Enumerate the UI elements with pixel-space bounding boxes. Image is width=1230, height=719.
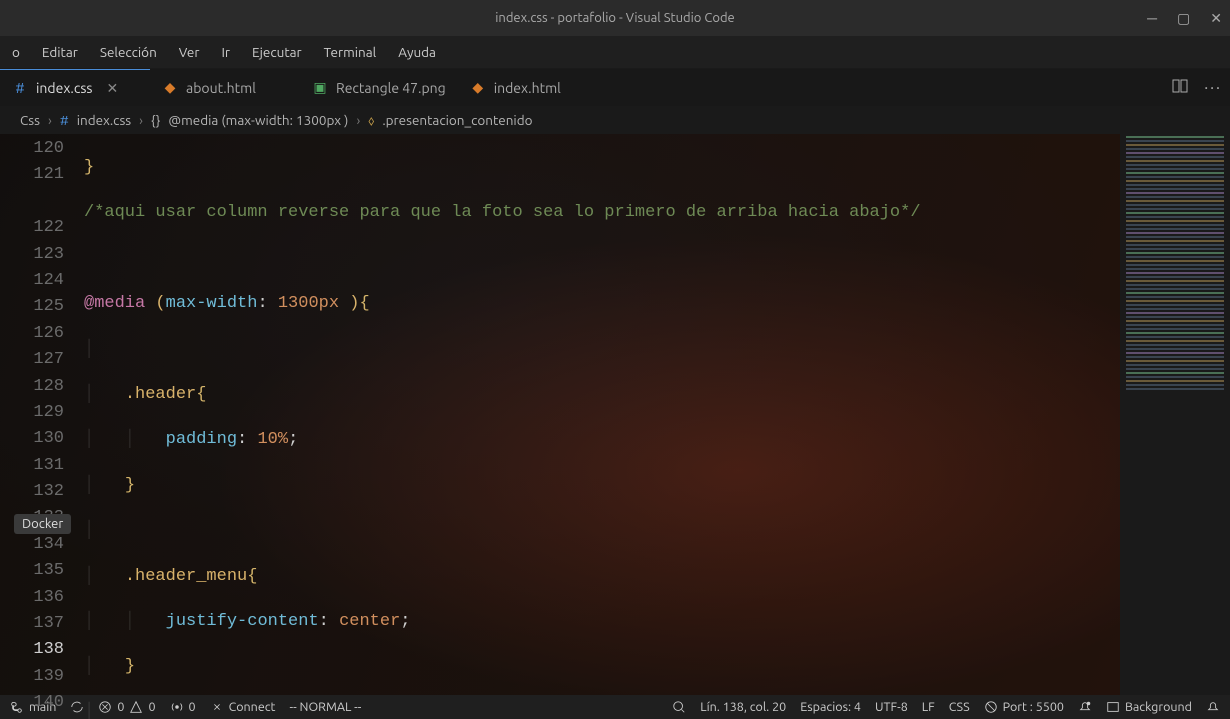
menu-item-ver[interactable]: Ver bbox=[171, 40, 208, 64]
tab-label: Rectangle 47.png bbox=[336, 80, 446, 96]
menu-item-terminal[interactable]: Terminal bbox=[316, 40, 385, 64]
docker-tooltip: Docker bbox=[14, 514, 71, 534]
braces-icon: {} bbox=[151, 112, 160, 128]
menu-item-ayuda[interactable]: Ayuda bbox=[390, 40, 444, 64]
minimap[interactable] bbox=[1120, 134, 1230, 695]
sync-indicator[interactable] bbox=[70, 700, 84, 714]
chevron-right-icon: › bbox=[139, 112, 143, 128]
chevron-right-icon: › bbox=[48, 112, 52, 128]
code-editor[interactable]: Docker 120 121 122 123 124 125 126 127 1… bbox=[0, 134, 1230, 695]
tab-index-css[interactable]: # index.css ✕ bbox=[0, 69, 150, 106]
line-numbers-gutter: 120 121 122 123 124 125 126 127 128 129 … bbox=[0, 134, 84, 695]
minimize-button[interactable]: ─ bbox=[1147, 10, 1157, 27]
css-file-icon: # bbox=[60, 112, 69, 128]
close-tab-icon[interactable]: ✕ bbox=[106, 80, 118, 97]
menu-item-ir[interactable]: Ir bbox=[213, 40, 238, 64]
tab-about-html[interactable]: ◆ about.html bbox=[150, 69, 300, 106]
maximize-button[interactable]: ▢ bbox=[1177, 10, 1190, 27]
code-comment: /*aqui usar column reverse para que la f… bbox=[84, 203, 921, 222]
breadcrumb-folder[interactable]: Css bbox=[20, 112, 40, 128]
tab-index-html[interactable]: ◆ index.html bbox=[458, 69, 608, 106]
css-file-icon: # bbox=[12, 80, 28, 96]
tab-label: index.html bbox=[494, 80, 561, 96]
html-file-icon: ◆ bbox=[162, 80, 178, 96]
more-actions-icon[interactable]: ··· bbox=[1204, 79, 1222, 97]
window-controls: ─ ▢ ✕ bbox=[1147, 10, 1222, 27]
menu-item-seleccion[interactable]: Selección bbox=[92, 40, 165, 64]
breadcrumb-selector[interactable]: .presentacion_contenido bbox=[382, 112, 532, 128]
editor-tabs: # index.css ✕ ◆ about.html ▣ Rectangle 4… bbox=[0, 68, 1230, 106]
window-titlebar: index.css - portafolio - Visual Studio C… bbox=[0, 0, 1230, 36]
bell-icon[interactable] bbox=[1206, 700, 1220, 714]
breadcrumb-media[interactable]: @media (max-width: 1300px ) bbox=[168, 112, 348, 128]
code-content[interactable]: } /*aqui usar column reverse para que la… bbox=[84, 134, 1120, 695]
menu-item-editar[interactable]: Editar bbox=[34, 40, 86, 64]
menu-item-ejecutar[interactable]: Ejecutar bbox=[244, 40, 310, 64]
close-button[interactable]: ✕ bbox=[1210, 10, 1222, 27]
tab-label: about.html bbox=[186, 80, 256, 96]
symbol-icon: ⬨ bbox=[368, 112, 374, 129]
chevron-right-icon: › bbox=[356, 112, 360, 128]
image-file-icon: ▣ bbox=[312, 80, 328, 96]
menu-item[interactable]: o bbox=[4, 40, 28, 64]
tab-label: index.css bbox=[36, 80, 92, 96]
breadcrumb[interactable]: Css › # index.css › {} @media (max-width… bbox=[0, 106, 1230, 134]
menu-bar: o Editar Selección Ver Ir Ejecutar Termi… bbox=[0, 36, 1230, 68]
breadcrumb-file[interactable]: index.css bbox=[77, 112, 131, 128]
window-title: index.css - portafolio - Visual Studio C… bbox=[495, 11, 734, 25]
html-file-icon: ◆ bbox=[470, 80, 486, 96]
tab-actions: ··· bbox=[1172, 69, 1222, 106]
tab-rectangle-png[interactable]: ▣ Rectangle 47.png bbox=[300, 69, 458, 106]
split-editor-icon[interactable] bbox=[1172, 78, 1188, 98]
